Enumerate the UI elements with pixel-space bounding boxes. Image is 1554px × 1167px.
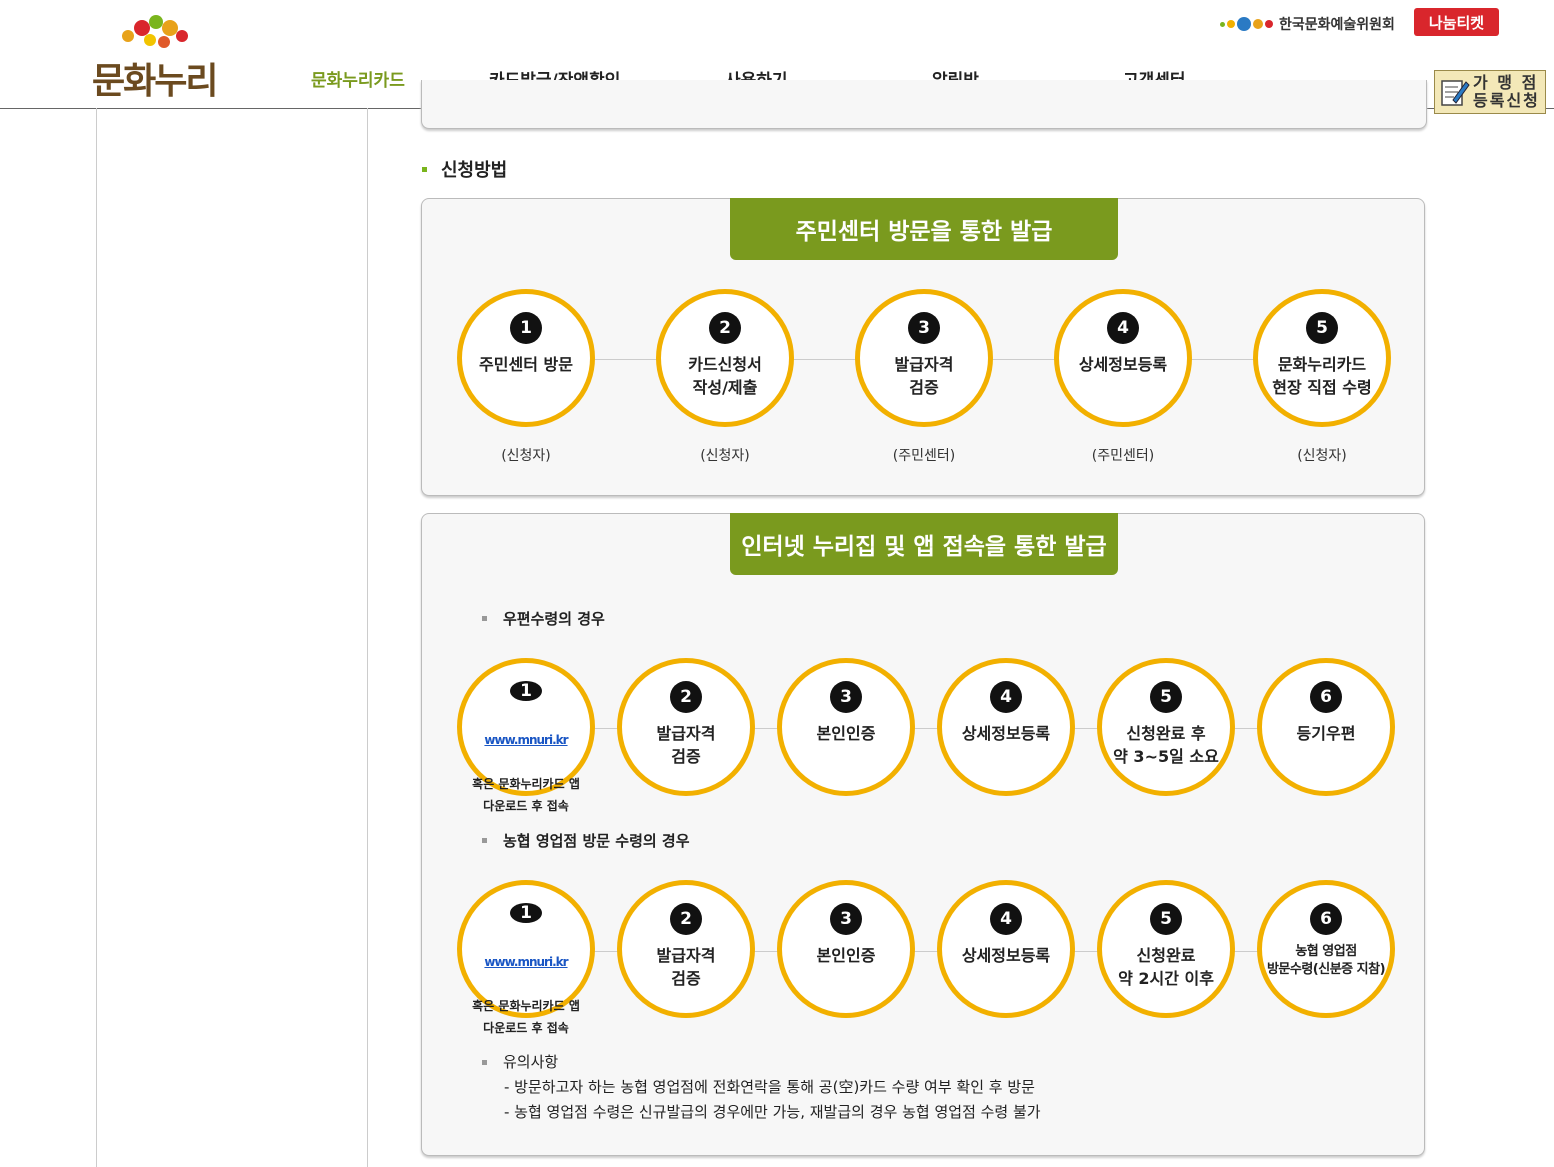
notes-heading: 유의사항 (503, 1053, 559, 1071)
bullet-icon (482, 1060, 487, 1065)
step-text: 주민센터 방문 (479, 355, 573, 374)
notes: 유의사항 - 방문하고자 하는 농협 영업점에 전화연락을 통해 공(空)카드 … (482, 1050, 1041, 1125)
step-text: 발급자격 검증 (656, 946, 716, 988)
step-number: 3 (908, 312, 940, 344)
step-circle: 2 발급자격 검증 (617, 880, 755, 1018)
franchise-line1: 가 맹 점 (1473, 73, 1539, 92)
online-issue-box: 인터넷 누리집 및 앱 접속을 통한 발급 우편수령의 경우 1 www.mnu… (421, 513, 1425, 1156)
franchise-register-button[interactable]: 가 맹 점 등록신청 (1434, 70, 1546, 114)
branch-label: 농협 영업점 방문 수령의 경우 (503, 832, 690, 850)
step-number: 2 (670, 903, 702, 935)
step-text: 신청완료 후 약 3~5일 소요 (1113, 724, 1219, 766)
mail-label: 우편수령의 경우 (503, 610, 605, 628)
community-center-banner: 주민센터 방문을 통한 발급 (730, 198, 1118, 260)
logo-fruit-icon (122, 15, 188, 48)
step-number: 4 (1107, 312, 1139, 344)
step-circle: 3 본인인증 (777, 880, 915, 1018)
step-text: 본인인증 (816, 724, 876, 743)
sidebar-divider (367, 108, 368, 1167)
note-item: - 방문하고자 하는 농협 영업점에 전화연락을 통해 공(空)카드 수량 여부… (504, 1078, 1035, 1096)
community-center-box: 주민센터 방문을 통한 발급 1 주민센터 방문 2 카드신청서 작성/제출 3… (421, 198, 1425, 496)
franchise-line2: 등록신청 (1473, 91, 1540, 110)
step-role: (신청자) (501, 448, 551, 464)
step-number: 1 (510, 903, 542, 923)
pencil-doc-icon (1441, 80, 1470, 106)
step-text: 농협 영업점 방문수령(신분증 지참) (1266, 944, 1386, 977)
mail-subheading: 우편수령의 경우 (482, 608, 605, 629)
step-number: 6 (1310, 903, 1342, 935)
step-role: (주민센터) (1091, 448, 1155, 464)
left-divider (96, 108, 97, 1167)
step-number: 1 (510, 312, 542, 344)
section-title: 신청방법 (422, 156, 507, 182)
nav-item-card[interactable]: 문화누리카드 (311, 66, 405, 91)
step-number: 3 (830, 681, 862, 713)
step-circle: 3 본인인증 (777, 658, 915, 796)
step-number: 2 (709, 312, 741, 344)
bullet-icon (422, 166, 427, 172)
step-circle: 1 주민센터 방문 (457, 289, 595, 427)
step-number: 4 (990, 903, 1022, 935)
step-circle: 5 문화누리카드 현장 직접 수령 (1253, 289, 1391, 427)
mnuri-link[interactable]: www.mnuri.kr (472, 729, 580, 751)
step-circle: 5 신청완료 약 2시간 이후 (1097, 880, 1235, 1018)
step-circle: 4 상세정보등록 (937, 880, 1075, 1018)
step-number: 6 (1310, 681, 1342, 713)
step-number: 5 (1306, 312, 1338, 344)
online-issue-banner: 인터넷 누리집 및 앱 접속을 통한 발급 (730, 513, 1118, 575)
step-number: 4 (990, 681, 1022, 713)
share-ticket-link[interactable]: 나눔티켓 (1414, 8, 1499, 36)
mnuri-link[interactable]: www.mnuri.kr (472, 951, 580, 973)
step-number: 5 (1150, 903, 1182, 935)
step-role: (신청자) (1297, 448, 1347, 464)
org-logo-icon (1220, 17, 1273, 31)
step-circle: 6 농협 영업점 방문수령(신분증 지참) (1257, 880, 1395, 1018)
step-role: (신청자) (700, 448, 750, 464)
previous-section-box (421, 80, 1427, 129)
branch-subheading: 농협 영업점 방문 수령의 경우 (482, 830, 690, 851)
note-item: - 농협 영업점 수령은 신규발급의 경우에만 가능, 재발급의 경우 농협 영… (504, 1103, 1041, 1121)
step-text: 등기우편 (1296, 724, 1356, 743)
org-name: 한국문화예술위원회 (1279, 17, 1395, 33)
step-circle: 6 등기우편 (1257, 658, 1395, 796)
step-circle: 3 발급자격 검증 (855, 289, 993, 427)
step-number: 1 (510, 681, 542, 701)
step-number: 5 (1150, 681, 1182, 713)
step-circle: 2 발급자격 검증 (617, 658, 755, 796)
step-text: 발급자격 검증 (656, 724, 716, 766)
step-text: 혹은 문화누리카드 앱 다운로드 후 접속 (472, 999, 580, 1035)
bullet-icon (482, 838, 487, 843)
org-link[interactable]: 한국문화예술위원회 (1220, 10, 1395, 38)
step-circle: 4 상세정보등록 (937, 658, 1075, 796)
step-text: 카드신청서 작성/제출 (688, 355, 762, 397)
step-text: 발급자격 검증 (894, 355, 954, 397)
section-title-text: 신청방법 (441, 160, 508, 181)
step-text: 상세정보등록 (1078, 355, 1168, 374)
step-text: 본인인증 (816, 946, 876, 965)
step-circle: 1 www.mnuri.kr 혹은 문화누리카드 앱 다운로드 후 접속 (457, 880, 595, 1035)
step-number: 3 (830, 903, 862, 935)
step-number: 2 (670, 681, 702, 713)
step-text: 신청완료 약 2시간 이후 (1118, 946, 1214, 988)
step-role: (주민센터) (892, 448, 956, 464)
step-circle: 1 www.mnuri.kr 혹은 문화누리카드 앱 다운로드 후 접속 (457, 658, 595, 813)
step-text: 문화누리카드 현장 직접 수령 (1272, 355, 1372, 397)
bullet-icon (482, 616, 487, 621)
step-circle: 5 신청완료 후 약 3~5일 소요 (1097, 658, 1235, 796)
step-circle: 4 상세정보등록 (1054, 289, 1192, 427)
step-text: 상세정보등록 (961, 724, 1051, 743)
step-text: 상세정보등록 (961, 946, 1051, 965)
step-circle: 2 카드신청서 작성/제출 (656, 289, 794, 427)
step-text: 혹은 문화누리카드 앱 다운로드 후 접속 (472, 777, 580, 813)
